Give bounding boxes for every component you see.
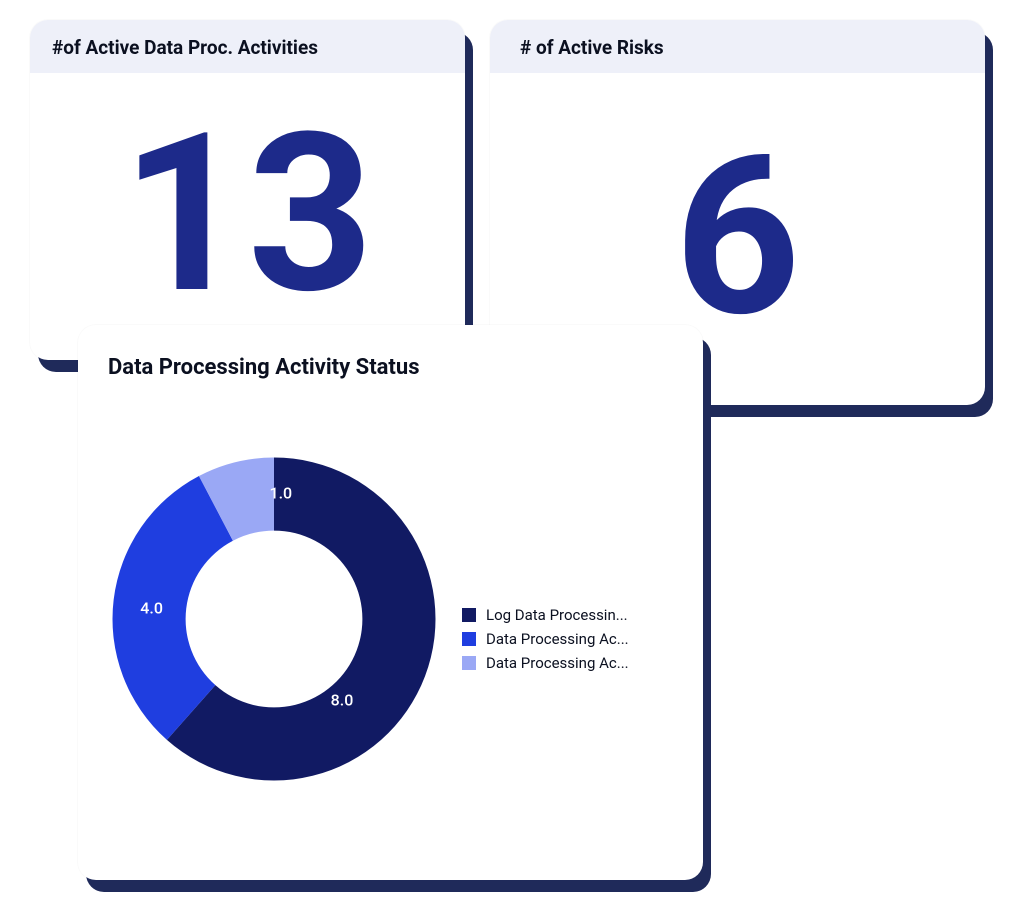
legend-label: Log Data Processin... bbox=[486, 606, 628, 624]
metric-value: 6 bbox=[674, 127, 800, 347]
donut-svg bbox=[104, 449, 444, 789]
chart-legend: Log Data Processin... Data Processing Ac… bbox=[462, 600, 629, 678]
legend-item: Log Data Processin... bbox=[462, 606, 629, 624]
legend-swatch-icon bbox=[462, 656, 476, 670]
chart-title: Data Processing Activity Status bbox=[108, 355, 679, 380]
card-header: #of Active Data Proc. Activities bbox=[30, 20, 465, 73]
metric-value: 13 bbox=[121, 104, 373, 324]
legend-swatch-icon bbox=[462, 608, 476, 622]
legend-label: Data Processing Ac... bbox=[486, 654, 629, 672]
card-activity-status: Data Processing Activity Status 1.0 4.0 … bbox=[78, 325, 703, 880]
legend-item: Data Processing Ac... bbox=[462, 654, 629, 672]
card-title: # of Active Risks bbox=[520, 36, 963, 59]
donut-chart: 1.0 4.0 8.0 bbox=[104, 449, 444, 789]
legend-swatch-icon bbox=[462, 632, 476, 646]
legend-item: Data Processing Ac... bbox=[462, 630, 629, 648]
chart-body: 1.0 4.0 8.0 Log Data Processin... Data P… bbox=[108, 388, 679, 849]
card-body: 13 bbox=[30, 73, 465, 355]
card-header: # of Active Risks bbox=[490, 20, 985, 73]
card-active-activities: #of Active Data Proc. Activities 13 bbox=[30, 20, 465, 360]
card-title: #of Active Data Proc. Activities bbox=[52, 36, 443, 59]
legend-label: Data Processing Ac... bbox=[486, 630, 629, 648]
